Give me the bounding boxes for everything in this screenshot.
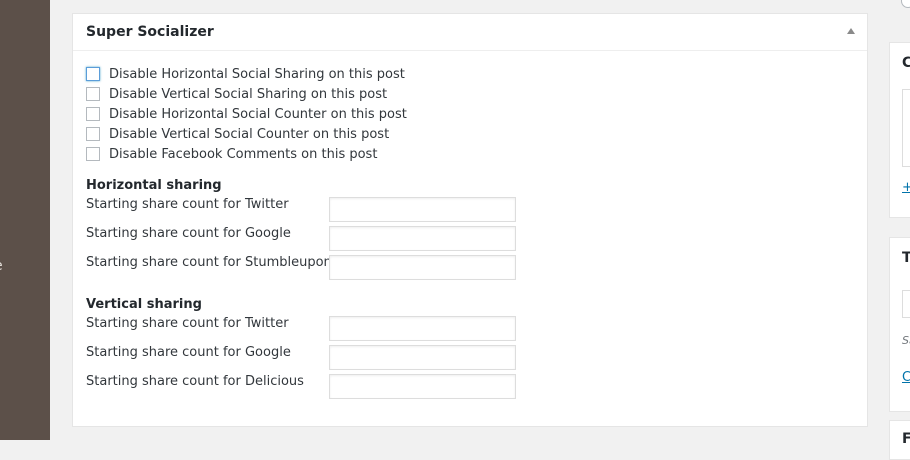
vertical-sharing-heading: Vertical sharing <box>86 297 202 312</box>
radio-button[interactable] <box>901 0 910 8</box>
option-label: Disable Vertical Social Counter on this … <box>109 126 390 142</box>
option-label: Disable Horizontal Social Counter on thi… <box>109 106 407 122</box>
option-row[interactable]: Disable Facebook Comments on this post <box>86 145 377 163</box>
option-row[interactable]: Disable Horizontal Social Sharing on thi… <box>86 65 405 83</box>
side-widget-box: C + <box>889 42 910 218</box>
side-widget-title: T <box>902 250 910 266</box>
side-widget-title: F <box>902 431 910 447</box>
horizontal-twitter-count-input[interactable] <box>329 197 516 222</box>
disable-facebook-comments-checkbox[interactable] <box>86 147 100 161</box>
option-label: Disable Facebook Comments on this post <box>109 146 378 162</box>
option-row[interactable]: Disable Vertical Social Sharing on this … <box>86 85 387 103</box>
metabox-header[interactable]: Super Socializer <box>73 14 867 51</box>
side-widget-input[interactable] <box>902 290 910 318</box>
option-label: Disable Vertical Social Sharing on this … <box>109 86 388 102</box>
disable-horizontal-sharing-checkbox[interactable] <box>86 67 100 81</box>
option-row[interactable]: Disable Vertical Social Counter on this … <box>86 125 389 143</box>
collapse-arrow-icon[interactable] <box>847 28 855 34</box>
sidebar-menu-item-fragment[interactable]: e <box>0 258 3 274</box>
horizontal-google-count-input[interactable] <box>329 226 516 251</box>
horizontal-stumbleupon-label: Starting share count for Stumbleupon <box>86 255 332 270</box>
horizontal-google-label: Starting share count for Google <box>86 226 291 241</box>
sidebar-menu-item-fragment[interactable]: erce <box>0 0 8 4</box>
super-socializer-metabox: Super Socializer Disable Horizontal Soci… <box>72 13 868 427</box>
side-widget-link[interactable]: C <box>902 370 910 385</box>
horizontal-sharing-heading: Horizontal sharing <box>86 178 222 193</box>
vertical-delicious-label: Starting share count for Delicious <box>86 374 304 389</box>
horizontal-twitter-label: Starting share count for Twitter <box>86 197 289 212</box>
disable-vertical-counter-checkbox[interactable] <box>86 127 100 141</box>
vertical-twitter-label: Starting share count for Twitter <box>86 316 289 331</box>
option-label: Disable Horizontal Social Sharing on thi… <box>109 66 405 82</box>
vertical-google-label: Starting share count for Google <box>86 345 291 360</box>
side-widget-hint: Sε <box>902 334 910 347</box>
metabox-title: Super Socializer <box>86 24 214 40</box>
admin-sidebar: erce e <box>0 0 50 440</box>
option-row[interactable]: Disable Horizontal Social Counter on thi… <box>86 105 407 123</box>
disable-vertical-sharing-checkbox[interactable] <box>86 87 100 101</box>
horizontal-stumbleupon-count-input[interactable] <box>329 255 516 280</box>
vertical-twitter-count-input[interactable] <box>329 316 516 341</box>
vertical-delicious-count-input[interactable] <box>329 374 516 399</box>
side-widget-list[interactable] <box>902 89 910 167</box>
side-widget-box: T Sε C <box>889 237 910 412</box>
side-widget-add-link[interactable]: + <box>902 180 910 195</box>
disable-horizontal-counter-checkbox[interactable] <box>86 107 100 121</box>
vertical-google-count-input[interactable] <box>329 345 516 370</box>
side-widget-title: C <box>902 55 910 71</box>
side-widget-box: F <box>889 420 910 460</box>
